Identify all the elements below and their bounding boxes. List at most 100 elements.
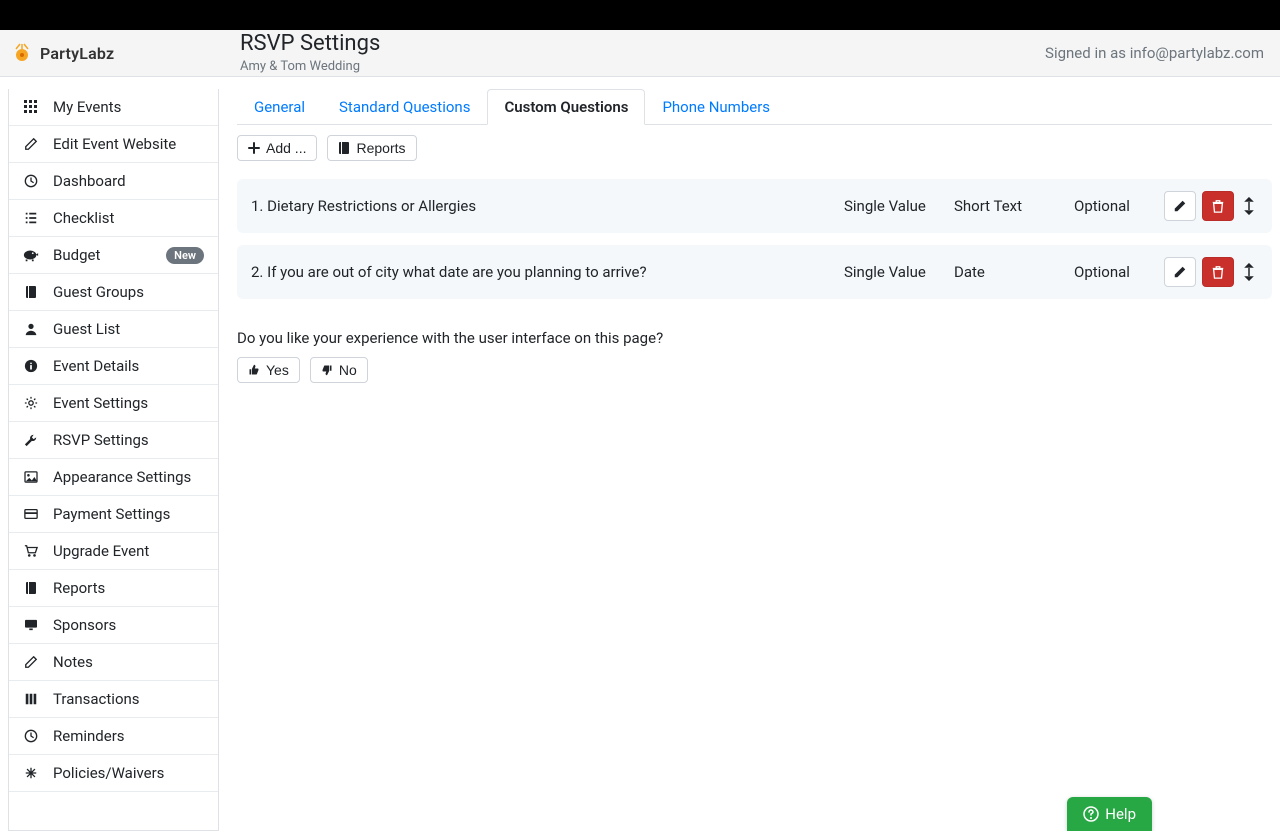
sidebar-item-reports[interactable]: Reports [9,570,218,607]
sidebar-item-payment-settings[interactable]: Payment Settings [9,496,218,533]
row-actions [1164,191,1258,221]
question-mode: Single Value [844,263,944,281]
sidebar-item-notes[interactable]: Notes [9,644,218,681]
event-subtitle: Amy & Tom Wedding [240,59,380,74]
piggy-icon [23,247,39,263]
delete-question-button[interactable] [1202,191,1234,221]
question-required: Optional [1074,197,1154,215]
grid-icon [23,99,39,115]
cart-icon [23,543,39,559]
sidebar-item-label: Payment Settings [53,505,204,523]
clock-icon [23,173,39,189]
signed-in-status: Signed in as info@partylabz.com [1045,44,1264,62]
sidebar-item-label: My Events [53,98,204,116]
sidebar-item-label: Edit Event Website [53,135,204,153]
trash-icon [1211,199,1225,213]
brand-logo-icon [10,41,34,65]
info-icon [23,358,39,374]
thumbs-up-icon [248,364,260,376]
sidebar-item-label: Appearance Settings [53,468,204,486]
sidebar-item-my-events[interactable]: My Events [9,89,218,126]
book-icon [338,141,350,155]
image-icon [23,469,39,485]
sidebar-item-label: Sponsors [53,616,204,634]
help-icon [1083,806,1099,822]
sidebar-item-label: Upgrade Event [53,542,204,560]
sidebar-item-reminders[interactable]: Reminders [9,718,218,755]
thumbs-down-icon [321,364,333,376]
main-content: GeneralStandard QuestionsCustom Question… [219,77,1280,831]
tabs-bar: GeneralStandard QuestionsCustom Question… [237,89,1272,125]
question-type: Date [954,263,1064,281]
brand-name: PartyLabz [40,44,114,63]
sidebar-item-label: Reminders [53,727,204,745]
sidebar-item-label: Event Details [53,357,204,375]
book-icon [23,284,39,300]
sidebar-item-dashboard[interactable]: Dashboard [9,163,218,200]
sidebar-item-label: Notes [53,653,204,671]
sidebar-item-rsvp-settings[interactable]: RSVP Settings [9,422,218,459]
sidebar: My Events Edit Event Website Dashboard Chec… [8,89,219,831]
tab-phone-numbers[interactable]: Phone Numbers [645,89,787,125]
question-type: Short Text [954,197,1064,215]
sidebar-item-label: Dashboard [53,172,204,190]
sidebar-item-sponsors[interactable]: Sponsors [9,607,218,644]
sidebar-item-policies-waivers[interactable]: Policies/Waivers [9,755,218,792]
sidebar-item-label: RSVP Settings [53,431,204,449]
sidebar-item-appearance-settings[interactable]: Appearance Settings [9,459,218,496]
drag-handle[interactable] [1240,263,1258,281]
sidebar-item-upgrade-event[interactable]: Upgrade Event [9,533,218,570]
feedback-question: Do you like your experience with the use… [237,329,1272,347]
brand[interactable]: PartyLabz [10,41,220,65]
sidebar-item-transactions[interactable]: Transactions [9,681,218,718]
drag-handle[interactable] [1240,197,1258,215]
tab-general[interactable]: General [237,89,322,125]
asterisk-icon [23,765,39,781]
top-bar: PartyLabz RSVP Settings Amy & Tom Weddin… [0,30,1280,77]
edit-question-button[interactable] [1164,257,1196,287]
row-actions [1164,257,1258,287]
help-button[interactable]: Help [1067,797,1152,831]
delete-question-button[interactable] [1202,257,1234,287]
sidebar-item-label: Policies/Waivers [53,764,204,782]
sidebar-item-label: Budget [53,246,152,264]
question-text: 2. If you are out of city what date are … [251,263,834,281]
sidebar-item-edit-event-website[interactable]: Edit Event Website [9,126,218,163]
sidebar-item-label: Event Settings [53,394,204,412]
sidebar-item-budget[interactable]: Budget New [9,237,218,274]
wrench-icon [23,432,39,448]
sidebar-item-guest-list[interactable]: Guest List [9,311,218,348]
sidebar-item-event-settings[interactable]: Event Settings [9,385,218,422]
feedback-yes-label: Yes [266,362,289,378]
sidebar-item-guest-groups[interactable]: Guest Groups [9,274,218,311]
badge-new: New [166,247,204,264]
feedback-no-button[interactable]: No [310,357,368,383]
edit-question-button[interactable] [1164,191,1196,221]
tab-standard-questions[interactable]: Standard Questions [322,89,487,125]
tab-custom-questions[interactable]: Custom Questions [487,89,645,125]
gear-icon [23,395,39,411]
feedback-no-label: No [339,362,357,378]
drag-icon [1244,197,1254,215]
clock-icon [23,728,39,744]
drag-icon [1244,263,1254,281]
pencil-icon [1173,199,1187,213]
sidebar-item-checklist[interactable]: Checklist [9,200,218,237]
sidebar-item-label: Transactions [53,690,204,708]
add-question-button[interactable]: Add ... [237,135,317,161]
sidebar-item-event-details[interactable]: Event Details [9,348,218,385]
feedback-block: Do you like your experience with the use… [237,329,1272,383]
monitor-icon [23,617,39,633]
question-row: 1. Dietary Restrictions or AllergiesSing… [237,179,1272,233]
reports-button[interactable]: Reports [327,135,416,161]
plus-icon [248,142,260,154]
page-title: RSVP Settings [240,32,380,56]
list-icon [23,210,39,226]
feedback-yes-button[interactable]: Yes [237,357,300,383]
sidebar-item-label: Guest Groups [53,283,204,301]
trash-icon [1211,265,1225,279]
help-label: Help [1105,805,1136,823]
sidebar-item-label: Reports [53,579,204,597]
card-icon [23,506,39,522]
question-mode: Single Value [844,197,944,215]
